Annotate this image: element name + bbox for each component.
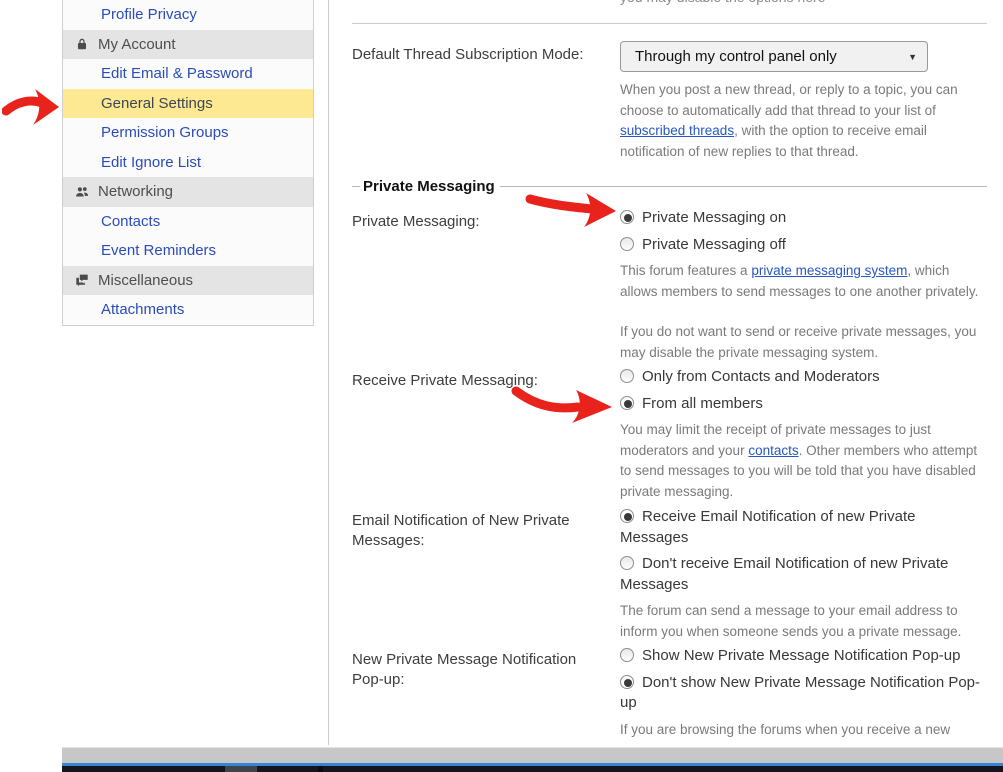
radio-label: From all members xyxy=(642,395,763,412)
default-thread-subscription-row: Default Thread Subscription Mode: Throug… xyxy=(352,41,987,162)
receive-private-messaging-row: Receive Private Messaging: Only from Con… xyxy=(352,367,987,502)
sidebar-item-edit-ignore-list[interactable]: Edit Ignore List xyxy=(63,148,313,178)
sidebar-item-label: Permission Groups xyxy=(101,124,229,141)
section-separator xyxy=(352,23,987,24)
lock-icon xyxy=(75,37,89,51)
private-messaging-row: Private Messaging: Private Messaging on … xyxy=(352,208,987,363)
help-text: When you post a new thread, or reply to … xyxy=(620,80,987,162)
sidebar-item-profile-privacy[interactable]: Profile Privacy xyxy=(63,0,313,30)
settings-content-panel: you may disable the options here Default… xyxy=(329,0,1003,745)
radio-option-dont-show-popup[interactable]: Don't show New Private Message Notificat… xyxy=(620,673,987,714)
sidebar-item-general-settings[interactable]: General Settings xyxy=(63,89,313,119)
radio-option-dont-receive-email-notification[interactable]: Don't receive Email Notification of new … xyxy=(620,554,987,595)
section-title: Private Messaging xyxy=(360,178,500,195)
subscribed-threads-link[interactable]: subscribed threads xyxy=(620,123,734,138)
radio-button[interactable] xyxy=(620,509,634,523)
sidebar-item-networking[interactable]: Networking xyxy=(63,177,313,207)
sidebar-item-label: General Settings xyxy=(101,95,213,112)
radio-option-pm-on[interactable]: Private Messaging on xyxy=(620,208,987,229)
help-text: The forum can send a message to your ema… xyxy=(620,601,987,642)
field-label: Email Notification of New Private Messag… xyxy=(352,507,620,551)
sidebar-item-label: Attachments xyxy=(101,301,184,318)
field-label: New Private Message Notification Pop-up: xyxy=(352,646,620,690)
help-text: This forum features a private messaging … xyxy=(620,261,987,302)
radio-option-show-popup[interactable]: Show New Private Message Notification Po… xyxy=(620,646,987,667)
radio-label: Only from Contacts and Moderators xyxy=(642,368,880,385)
thread-subscription-dropdown[interactable]: Through my control panel only ▼ xyxy=(620,41,928,72)
taskbar-edge xyxy=(62,766,1003,772)
sidebar-item-label: My Account xyxy=(98,36,176,53)
popup-notification-row: New Private Message Notification Pop-up:… xyxy=(352,646,987,740)
settings-sidebar: Profile Privacy My Account Edit Email & … xyxy=(62,0,314,326)
field-label: Default Thread Subscription Mode: xyxy=(352,41,620,65)
radio-label: Don't show New Private Message Notificat… xyxy=(620,674,980,712)
sidebar-item-edit-email-password[interactable]: Edit Email & Password xyxy=(63,59,313,89)
radio-option-receive-email-notification[interactable]: Receive Email Notification of new Privat… xyxy=(620,507,987,548)
email-notification-row: Email Notification of New Private Messag… xyxy=(352,507,987,642)
radio-label: Private Messaging on xyxy=(642,209,786,226)
sidebar-item-contacts[interactable]: Contacts xyxy=(63,207,313,237)
sidebar-item-label: Edit Ignore List xyxy=(101,154,201,171)
radio-label: Private Messaging off xyxy=(642,236,786,253)
chat-bubbles-icon xyxy=(75,273,89,287)
help-text: You may limit the receipt of private mes… xyxy=(620,420,987,502)
dropdown-arrow-icon: ▼ xyxy=(908,52,917,62)
radio-label: Show New Private Message Notification Po… xyxy=(642,647,961,664)
field-label: Private Messaging: xyxy=(352,208,620,232)
field-label: Receive Private Messaging: xyxy=(352,367,620,391)
dropdown-selected-value: Through my control panel only xyxy=(635,48,837,65)
sidebar-item-label: Edit Email & Password xyxy=(101,65,253,82)
radio-button[interactable] xyxy=(620,369,634,383)
radio-label: Receive Email Notification of new Privat… xyxy=(620,508,915,546)
horizontal-scrollbar[interactable] xyxy=(62,747,1003,763)
radio-button[interactable] xyxy=(620,556,634,570)
sidebar-item-label: Networking xyxy=(98,183,173,200)
help-text: If you do not want to send or receive pr… xyxy=(620,322,987,363)
sidebar-item-my-account[interactable]: My Account xyxy=(63,30,313,60)
taskbar-item-divider xyxy=(318,766,323,772)
help-text-clipped: If you are browsing the forums when you … xyxy=(620,720,987,741)
radio-option-only-contacts-moderators[interactable]: Only from Contacts and Moderators xyxy=(620,367,987,388)
sidebar-item-label: Miscellaneous xyxy=(98,272,193,289)
radio-button[interactable] xyxy=(620,237,634,251)
sidebar-item-miscellaneous[interactable]: Miscellaneous xyxy=(63,266,313,296)
radio-label: Don't receive Email Notification of new … xyxy=(620,555,948,593)
sidebar-item-event-reminders[interactable]: Event Reminders xyxy=(63,236,313,266)
private-messaging-section-header: Private Messaging xyxy=(352,177,987,195)
sidebar-item-label: Contacts xyxy=(101,213,160,230)
contacts-link[interactable]: contacts xyxy=(748,443,798,458)
taskbar-item-edge xyxy=(225,766,257,772)
sidebar-item-permission-groups[interactable]: Permission Groups xyxy=(63,118,313,148)
radio-button[interactable] xyxy=(620,396,634,410)
radio-button[interactable] xyxy=(620,648,634,662)
red-arrow-general-settings xyxy=(2,84,60,132)
radio-option-pm-off[interactable]: Private Messaging off xyxy=(620,235,987,256)
sidebar-item-label: Event Reminders xyxy=(101,242,216,259)
people-icon xyxy=(75,185,89,199)
private-messaging-system-link[interactable]: private messaging system xyxy=(751,263,907,278)
radio-option-from-all-members[interactable]: From all members xyxy=(620,394,987,415)
clipped-help-text: you may disable the options here xyxy=(620,0,987,9)
radio-button[interactable] xyxy=(620,210,634,224)
radio-button[interactable] xyxy=(620,675,634,689)
sidebar-item-attachments[interactable]: Attachments xyxy=(63,295,313,325)
sidebar-item-label: Profile Privacy xyxy=(101,6,197,23)
